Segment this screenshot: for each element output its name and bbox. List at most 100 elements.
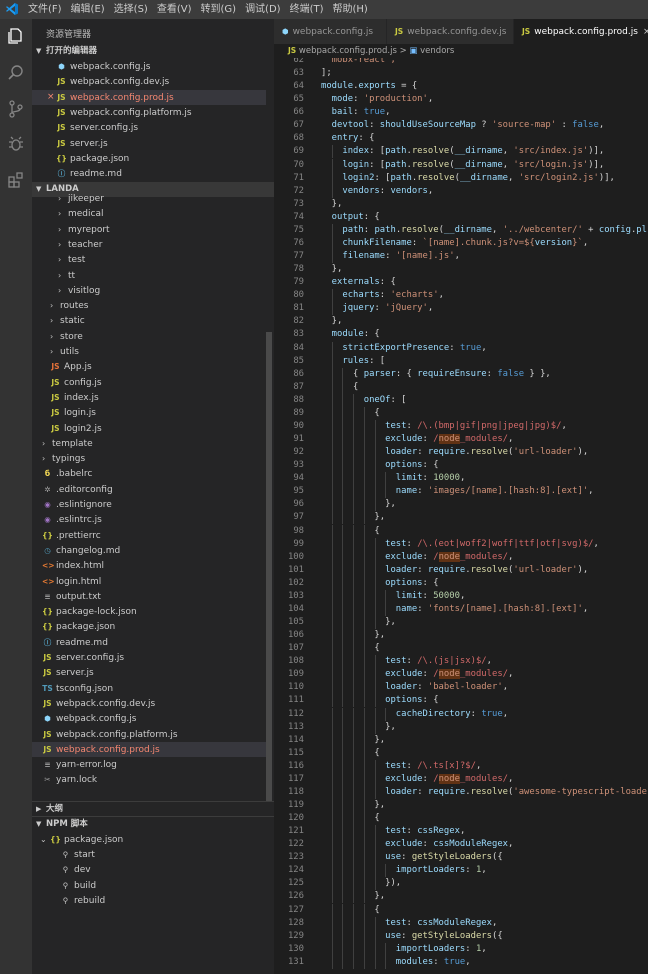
menu-item[interactable]: 转到(G) [201, 0, 237, 19]
npm-script-item[interactable]: ⚲ build [32, 878, 266, 893]
file-item[interactable]: ≡ yarn-error.log [32, 757, 266, 772]
outline-header[interactable]: ▶ 大纲 [32, 801, 274, 817]
menu-item[interactable]: 文件(F) [28, 0, 62, 19]
code-token: , [475, 760, 482, 771]
file-item[interactable]: <>login.html [32, 574, 266, 589]
open-editor-item[interactable]: {} package.json [32, 151, 266, 166]
folder-item[interactable]: › typings [32, 451, 266, 466]
file-item[interactable]: ◷ changelog.md [32, 543, 266, 558]
file-item[interactable]: JS webpack.config.platform.js [32, 727, 266, 742]
npm-script-item[interactable]: ⚲ dev [32, 862, 266, 877]
open-editor-item[interactable]: ⬢ webpack.config.js [32, 59, 266, 74]
code-token: : [ [369, 146, 386, 157]
folder-item[interactable]: › visitlog [32, 283, 266, 298]
file-item[interactable]: JS login2.js [32, 421, 266, 436]
file-item[interactable]: ✲ .editorconfig [32, 482, 266, 497]
line-number: 72 [293, 185, 304, 196]
file-item[interactable]: ◉ .eslintrc.js [32, 512, 266, 527]
line-number: 107 [287, 643, 304, 654]
source-control-icon[interactable] [6, 99, 26, 119]
menu-item[interactable]: 终端(T) [290, 0, 324, 19]
folder-item[interactable]: › jikeeper [32, 191, 266, 206]
file-item[interactable]: {} package-lock.json [32, 604, 266, 619]
lines-icon: ≡ [44, 760, 51, 770]
file-item[interactable]: TS tsconfig.json [32, 681, 266, 696]
open-editor-item[interactable]: JS server.config.js [32, 120, 266, 135]
code-token: true [481, 708, 503, 719]
file-item[interactable]: <>index.html [32, 558, 266, 573]
folder-item[interactable]: › medical [32, 206, 266, 221]
code-editor[interactable]: 62 mobx-react', 63]; 64 module.exports = {6… [274, 58, 648, 974]
breadcrumb-file[interactable]: webpack.config.prod.js [299, 46, 397, 56]
code-token: '../webcenter/' [502, 224, 583, 235]
open-editors-header[interactable]: ▼ 打开的编辑器 [32, 44, 274, 59]
folder-item[interactable]: › test [32, 252, 266, 267]
chevron-right-icon: › [58, 285, 62, 295]
folder-item[interactable]: › utils [32, 344, 266, 359]
open-editor-item[interactable]: JS server.js [32, 136, 266, 151]
file-item[interactable]: ⬢ webpack.config.js [32, 711, 266, 726]
code-line: 103 limit: 50000, [274, 589, 648, 603]
npm-script-item[interactable]: ⚲ rebuild [32, 893, 266, 908]
indent-guide [353, 498, 355, 512]
folder-item[interactable]: › tt [32, 268, 266, 283]
npm-scripts-header[interactable]: ▼ NPM 脚本 [32, 816, 274, 832]
chevron-right-icon: › [42, 438, 46, 448]
menu-item[interactable]: 帮助(H) [333, 0, 368, 19]
file-item[interactable]: JS index.js [32, 390, 266, 405]
indent-guide [331, 472, 333, 486]
line-number: 68 [293, 133, 304, 144]
file-item[interactable]: б .babelrc [32, 466, 266, 481]
menu-item[interactable]: 查看(V) [157, 0, 192, 19]
file-item[interactable]: JS server.config.js [32, 650, 266, 665]
file-item[interactable]: JS config.js [32, 375, 266, 390]
file-item[interactable]: JS server.js [32, 665, 266, 680]
code-token: , [459, 473, 466, 484]
sidebar-scrollbar[interactable] [266, 332, 272, 802]
file-item[interactable]: JS App.js [32, 359, 266, 374]
file-item[interactable]: ≡ output.txt [32, 589, 266, 604]
open-editor-item[interactable]: ⓘ readme.md [32, 166, 266, 181]
npm-package-item[interactable]: ⌄{} package.json [32, 832, 266, 847]
tab-webpack-config-js[interactable]: ⬢ webpack.config.js [274, 19, 386, 44]
file-item[interactable]: JS login.js [32, 405, 266, 420]
folder-item[interactable]: › template [32, 436, 266, 451]
explorer-icon[interactable] [6, 26, 26, 46]
file-item[interactable]: ✂ yarn.lock [32, 772, 266, 787]
folder-item[interactable]: › myreport [32, 222, 266, 237]
code-token: exclude [321, 839, 423, 850]
file-item[interactable]: ⓘ readme.md [32, 635, 266, 650]
file-item[interactable]: JS webpack.config.prod.js [32, 741, 266, 757]
debug-icon[interactable] [6, 134, 26, 154]
extensions-icon[interactable] [6, 170, 26, 190]
open-editor-item[interactable]: × JS webpack.config.prod.js [32, 89, 266, 105]
code-token: : [417, 486, 428, 497]
folder-item[interactable]: › routes [32, 298, 266, 313]
breadcrumb-symbol[interactable]: vendors [420, 46, 454, 56]
search-icon[interactable] [6, 63, 26, 83]
tab-webpack-config-dev-js[interactable]: JS webpack.config.dev.js [387, 19, 513, 44]
close-icon[interactable]: × [47, 90, 55, 105]
folder-item[interactable]: › store [32, 329, 266, 344]
open-editor-item[interactable]: JS webpack.config.dev.js [32, 74, 266, 89]
indent-guide [342, 929, 344, 943]
code-token: }, [321, 198, 343, 209]
open-editor-item[interactable]: JS webpack.config.platform.js [32, 105, 266, 120]
menu-item[interactable]: 调试(D) [245, 0, 281, 19]
folder-item[interactable]: › static [32, 313, 266, 328]
folder-item[interactable]: › teacher [32, 237, 266, 252]
file-item[interactable]: {} .prettierrc [32, 528, 266, 543]
file-item[interactable]: JS webpack.config.dev.js [32, 696, 266, 711]
indent-guide [342, 798, 344, 812]
menu-item[interactable]: 编辑(E) [71, 0, 105, 19]
close-icon[interactable]: × [643, 27, 648, 37]
npm-script-item[interactable]: ⚲ start [32, 847, 266, 862]
menu-item[interactable]: 选择(S) [114, 0, 148, 19]
code-token: modules [321, 956, 434, 967]
file-item[interactable]: ◉ .eslintignore [32, 497, 266, 512]
file-item[interactable]: {} package.json [32, 619, 266, 634]
indent-guide [353, 877, 355, 891]
tab-webpack-config-prod-js[interactable]: JS webpack.config.prod.js × [514, 19, 648, 44]
line-number: 118 [287, 786, 304, 797]
code-token: / [433, 551, 439, 562]
